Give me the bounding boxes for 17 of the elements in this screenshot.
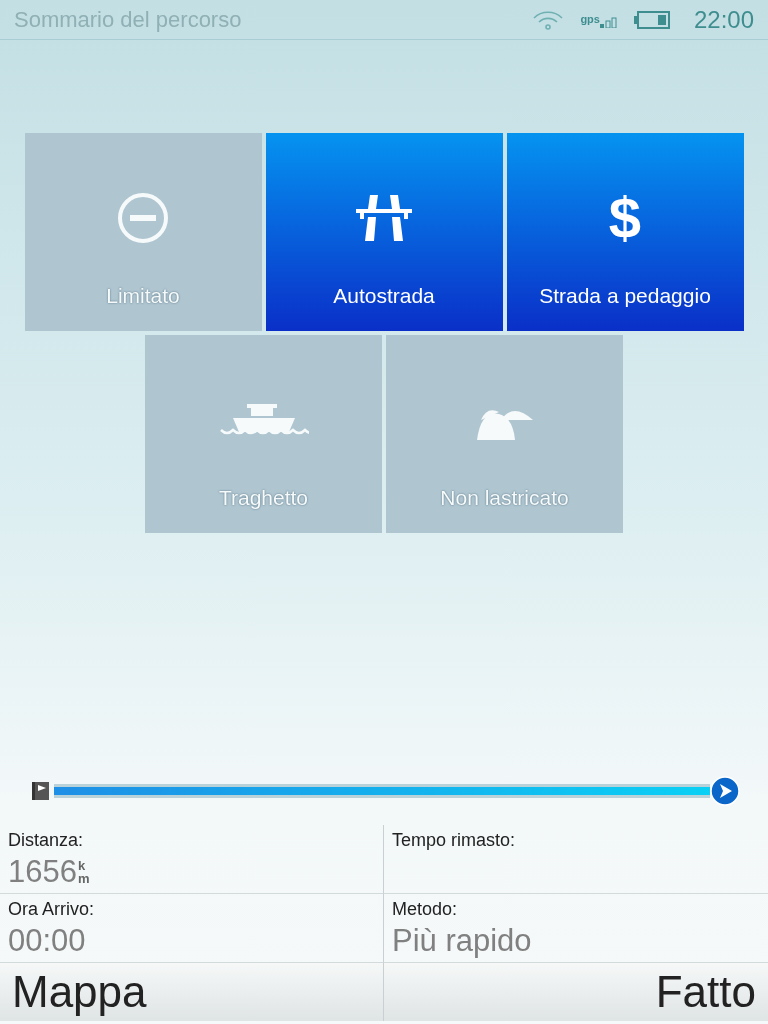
start-flag-icon (32, 781, 50, 801)
field-label: Tempo rimasto: (392, 829, 517, 852)
field-value: Più rapido (392, 923, 532, 959)
dollar-icon: $ (608, 189, 642, 247)
field-value: 00:00 (8, 923, 86, 959)
no-entry-icon (117, 192, 169, 244)
clock-time: 22:00 (693, 4, 754, 35)
done-button[interactable]: Fatto (384, 963, 768, 1021)
wifi-icon (532, 9, 565, 30)
map-button[interactable]: Mappa (0, 963, 384, 1021)
route-option-tile[interactable]: $ Strada a pedaggio (506, 133, 744, 331)
field-label: Ora Arrivo: (8, 898, 96, 921)
field-label: Metodo: (392, 898, 459, 921)
field-label: Distanza: (8, 829, 85, 852)
battery-icon (633, 10, 670, 29)
route-option-tile[interactable]: Autostrada (265, 133, 503, 331)
motorway-icon (356, 193, 412, 243)
